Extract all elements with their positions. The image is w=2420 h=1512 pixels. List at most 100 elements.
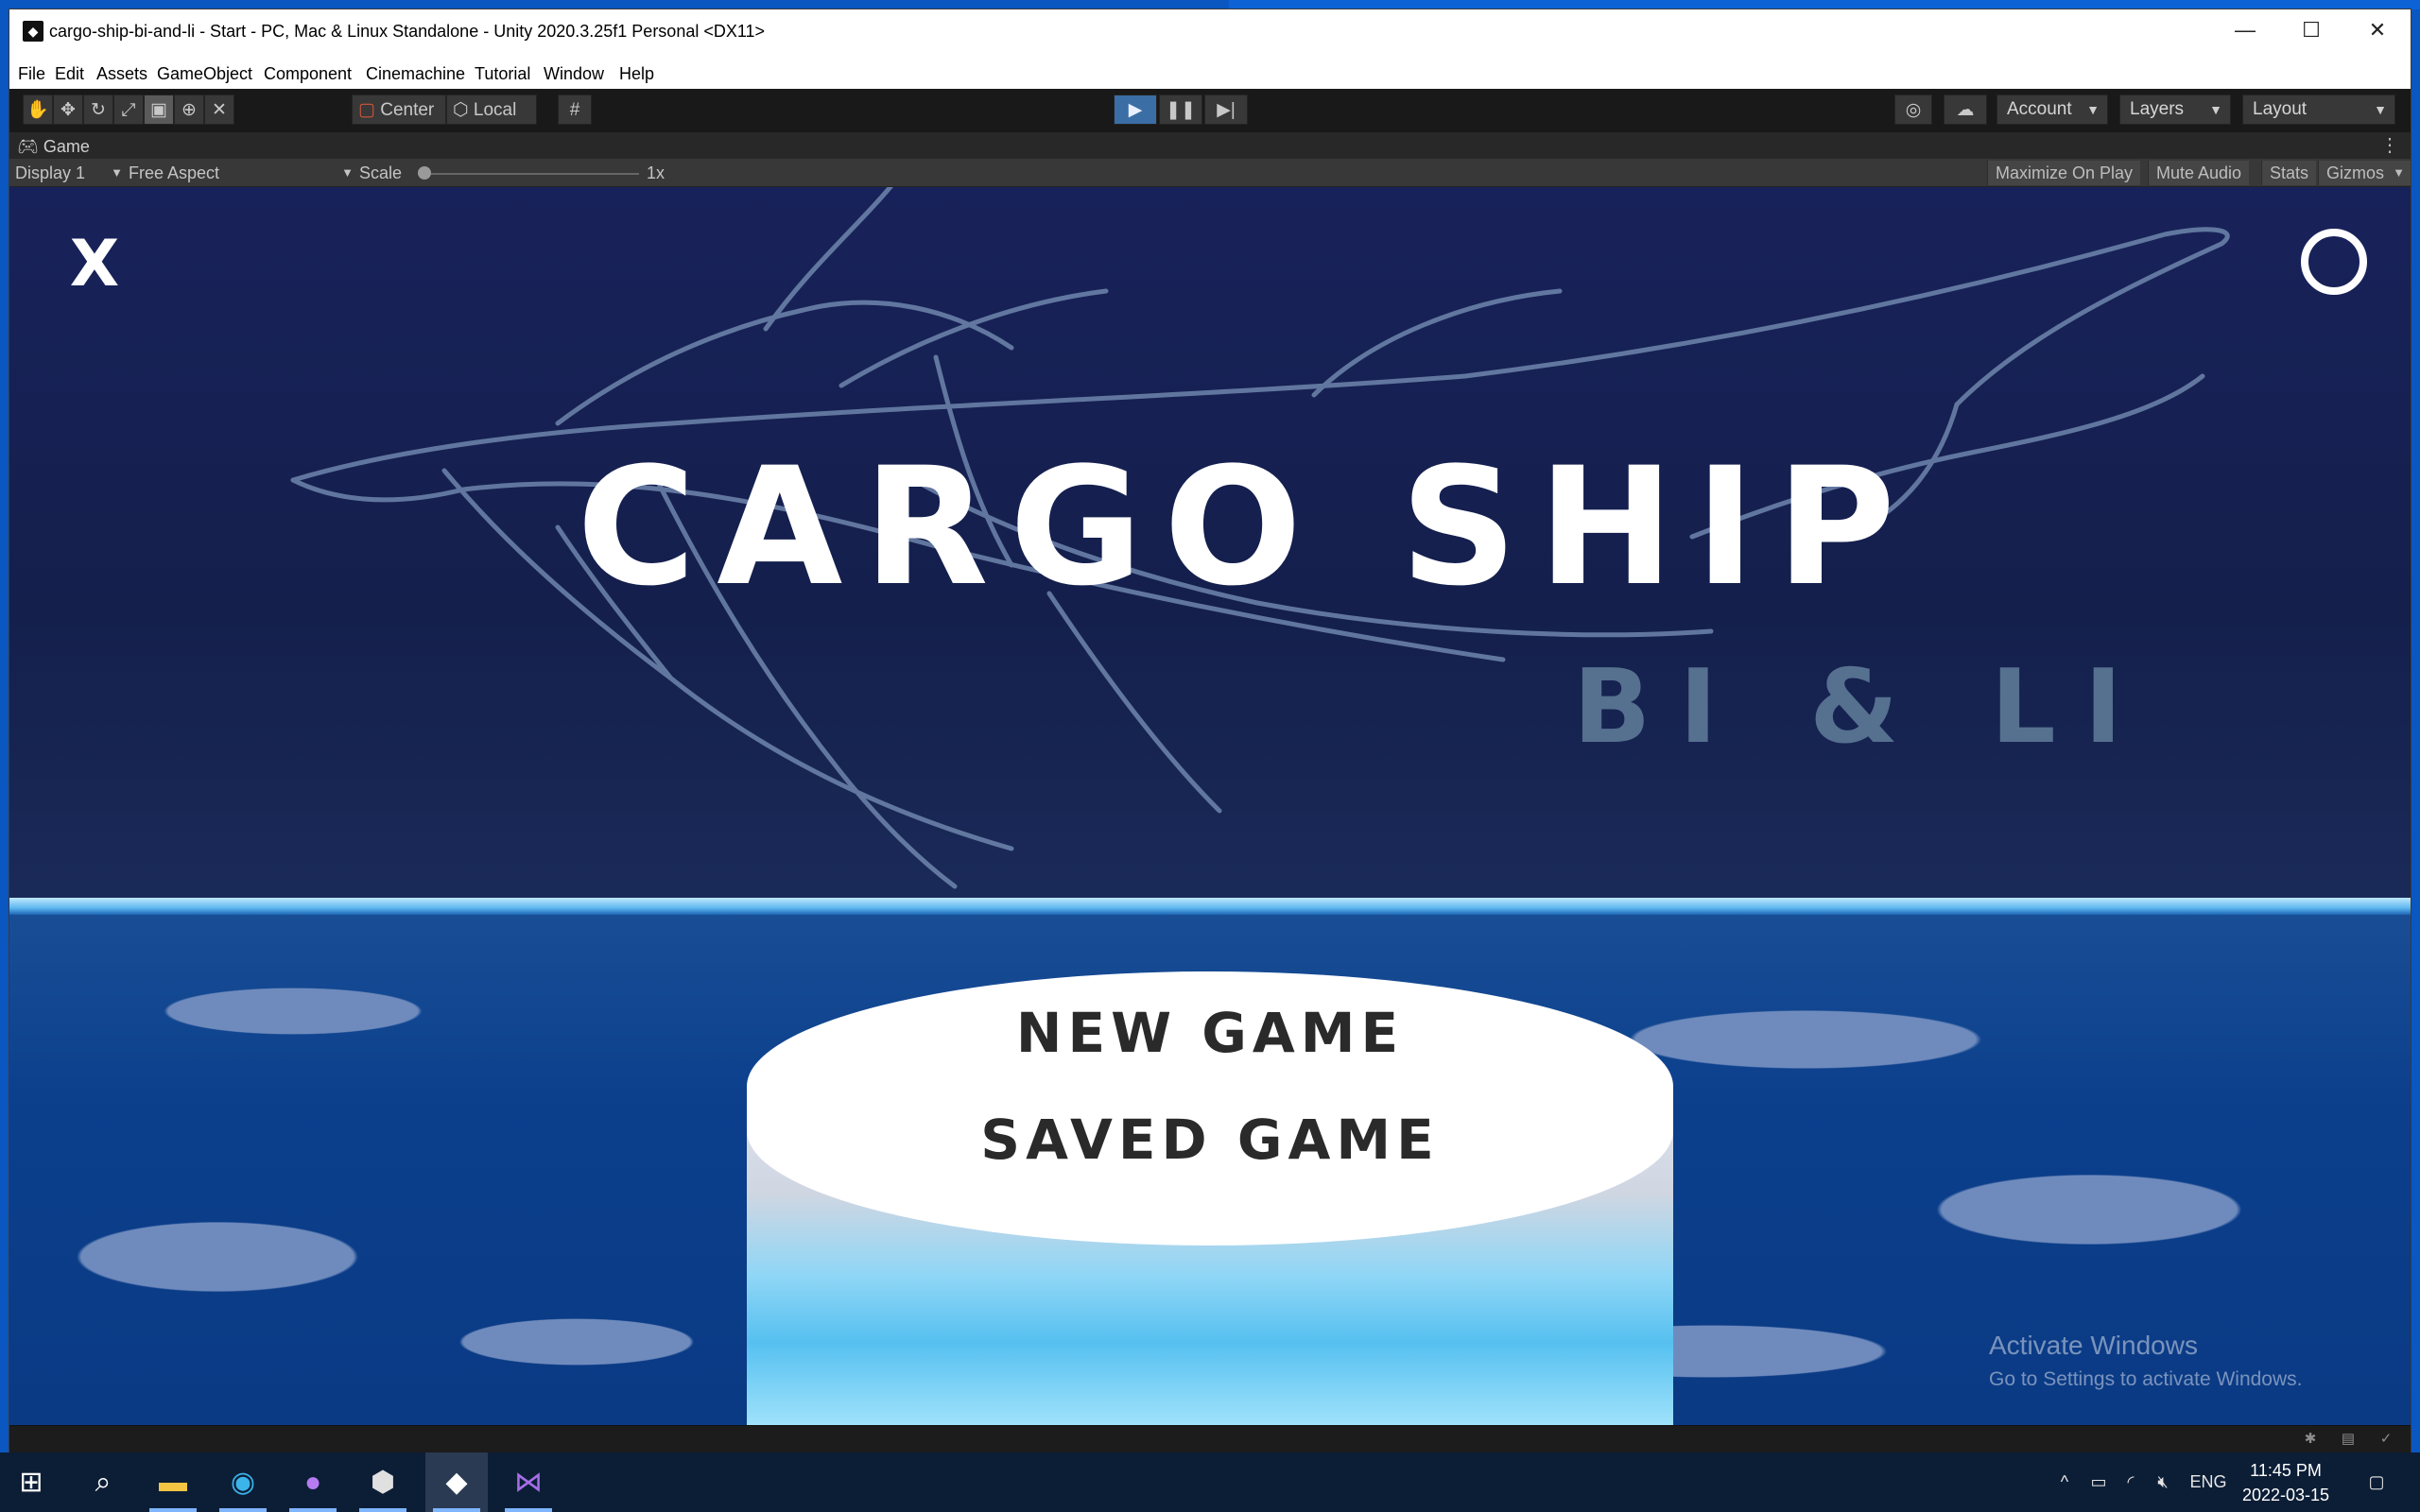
pivot-icon: ▢ — [358, 100, 375, 120]
chevron-down-icon: ▼ — [111, 165, 123, 180]
rotate-tool-icon[interactable]: ↻ — [83, 94, 113, 125]
custom-tool-icon[interactable]: ✕ — [204, 94, 234, 125]
gizmos-label: Gizmos — [2326, 163, 2385, 182]
rect-tool-icon[interactable]: ▣ — [144, 94, 174, 125]
display-label: Display 1 — [15, 163, 86, 182]
move-tool-icon[interactable]: ✥ — [53, 94, 83, 125]
activate-windows-title: Activate Windows — [1989, 1331, 2198, 1360]
ocean-horizon-foam — [9, 898, 2411, 915]
windows-taskbar: ⊞ ⌕ ▬ ◉ ● ⬢ ◆ ⋈ ^ ▭ ◜ 🔇︎ ENG 11:45 PM 20… — [0, 1452, 2420, 1512]
menu-assets[interactable]: Assets — [96, 63, 147, 84]
unity-editor-icon[interactable]: ◆ — [425, 1452, 488, 1512]
volume-muted-icon[interactable]: 🔇︎ — [2150, 1452, 2176, 1512]
scale-slider-track[interactable] — [425, 173, 639, 175]
progress-check-icon[interactable]: ✓ — [2377, 1431, 2395, 1448]
transform-tool-icon[interactable]: ⊕ — [174, 94, 204, 125]
desktop-window-edge — [1229, 0, 2420, 9]
github-desktop-icon[interactable]: ● — [282, 1452, 344, 1512]
chevron-down-icon: ▼ — [2209, 102, 2222, 117]
saved-game-button[interactable]: SAVED GAME — [747, 1102, 1673, 1177]
pivot-local-toggle[interactable]: ⬡ Local — [446, 94, 537, 125]
search-icon[interactable]: ⌕ — [72, 1452, 134, 1512]
close-game-button[interactable]: X — [57, 227, 132, 302]
tab-game-label: Game — [43, 137, 90, 156]
minimize-button[interactable]: — — [2212, 9, 2278, 51]
options-ring-button[interactable] — [2301, 229, 2367, 295]
pivot-label: Center — [380, 100, 435, 120]
account-label: Account — [2007, 99, 2072, 119]
step-button[interactable]: ▶| — [1204, 94, 1248, 125]
new-game-button[interactable]: NEW GAME — [747, 995, 1673, 1071]
menu-window[interactable]: Window — [544, 63, 604, 84]
tab-game[interactable]: 🎮︎ Game — [17, 134, 90, 159]
grid-snap-icon[interactable]: # — [558, 94, 592, 125]
window-title: cargo-ship-bi-and-li - Start - PC, Mac &… — [49, 22, 766, 41]
aspect-dropdown[interactable]: Free Aspect ▼ — [129, 159, 357, 187]
game-subtitle: BI & LI — [1573, 648, 2151, 766]
gizmos-dropdown[interactable]: Gizmos ▼ — [2318, 161, 2411, 185]
layers-dropdown[interactable]: Layers ▼ — [2119, 94, 2231, 125]
play-button[interactable]: ▶ — [1114, 94, 1157, 125]
game-title-logo: CARGO SHIP — [577, 432, 1916, 622]
clock-date[interactable]: 2022-03-15 — [2238, 1485, 2333, 1505]
gamepad-icon: 🎮︎ — [17, 137, 39, 156]
scale-tool-icon[interactable]: ⤢ — [113, 94, 144, 125]
unity-app-icon: ◆ — [23, 21, 43, 42]
menu-help[interactable]: Help — [619, 63, 654, 84]
more-options-icon[interactable]: ⋮ — [2380, 134, 2399, 157]
visual-studio-icon[interactable]: ⋈ — [497, 1452, 560, 1512]
unity-editor-window: ◆ cargo-ship-bi-and-li - Start - PC, Mac… — [9, 9, 2411, 1452]
debug-bug-icon[interactable]: ✱ — [2301, 1431, 2320, 1448]
main-toolbar: ✋ ✥ ↻ ⤢ ▣ ⊕ ✕ ▢ Center ⬡ Local # ▶ ❚❚ ▶|… — [9, 89, 2411, 132]
account-dropdown[interactable]: Account ▼ — [1996, 94, 2108, 125]
menu-file[interactable]: File — [18, 63, 45, 84]
aspect-label: Free Aspect — [129, 163, 220, 182]
chevron-down-icon: ▼ — [2393, 165, 2406, 180]
close-window-button[interactable]: ✕ — [2344, 9, 2411, 51]
local-label: Local — [473, 100, 517, 120]
menu-tutorial[interactable]: Tutorial — [475, 63, 530, 84]
language-indicator[interactable]: ENG — [2180, 1452, 2237, 1512]
layers-label: Layers — [2130, 99, 2185, 119]
battery-icon[interactable]: ▭ — [2085, 1452, 2112, 1512]
menu-gameobject[interactable]: GameObject — [157, 63, 252, 84]
scale-label: Scale — [359, 163, 403, 182]
menu-edit[interactable]: Edit — [55, 63, 84, 84]
stats-toggle[interactable]: Stats — [2261, 161, 2317, 185]
chevron-down-icon: ▼ — [2086, 102, 2100, 117]
pause-button[interactable]: ❚❚ — [1159, 94, 1202, 125]
windows-start-icon[interactable]: ⊞ — [0, 1452, 62, 1512]
collab-icon[interactable]: ◎ — [1894, 94, 1932, 125]
activate-windows-subtitle: Go to Settings to activate Windows. — [1989, 1368, 2303, 1390]
display-dropdown[interactable]: Display 1 ▼ — [15, 159, 127, 187]
chevron-down-icon: ▼ — [2374, 102, 2387, 117]
scale-value: 1x — [647, 163, 666, 182]
wifi-icon[interactable]: ◜ — [2118, 1452, 2144, 1512]
pivot-center-toggle[interactable]: ▢ Center — [352, 94, 446, 125]
notifications-icon[interactable]: ▢ — [2358, 1452, 2395, 1512]
hand-tool-icon[interactable]: ✋ — [23, 94, 53, 125]
maximize-button[interactable]: ☐ — [2278, 9, 2344, 51]
title-bar: ◆ cargo-ship-bi-and-li - Start - PC, Mac… — [9, 9, 2411, 59]
edge-icon[interactable]: ◉ — [212, 1452, 274, 1512]
layout-label: Layout — [2253, 99, 2308, 119]
scale-slider-handle[interactable] — [418, 166, 431, 180]
mute-audio-toggle[interactable]: Mute Audio — [2148, 161, 2250, 185]
game-view[interactable]: X CARGO SHIP BI & LI NEW GAME SAVED GAME… — [9, 187, 2411, 1425]
menu-bar: File Edit Assets GameObject Component Ci… — [9, 59, 2411, 89]
file-explorer-icon[interactable]: ▬ — [142, 1452, 204, 1512]
game-tab-bar: 🎮︎ Game ⋮ — [9, 132, 2411, 159]
cloud-icon[interactable]: ☁ — [1944, 94, 1987, 125]
menu-cinemachine[interactable]: Cinemachine — [366, 63, 465, 84]
clock-time[interactable]: 11:45 PM — [2238, 1460, 2333, 1481]
layout-dropdown[interactable]: Layout ▼ — [2242, 94, 2395, 125]
unity-hub-icon[interactable]: ⬢ — [352, 1452, 414, 1512]
status-bar: ✱ ▤ ✓ — [9, 1425, 2411, 1452]
menu-component[interactable]: Component — [264, 63, 352, 84]
show-hidden-icons-chevron[interactable]: ^ — [2053, 1452, 2076, 1512]
local-cube-icon: ⬡ — [453, 100, 469, 120]
game-view-toolbar: Display 1 ▼ Free Aspect ▼ Scale 1x Maxim… — [9, 159, 2411, 187]
cache-server-icon[interactable]: ▤ — [2339, 1431, 2358, 1448]
chevron-down-icon: ▼ — [341, 165, 354, 180]
maximize-on-play-toggle[interactable]: Maximize On Play — [1987, 161, 2141, 185]
